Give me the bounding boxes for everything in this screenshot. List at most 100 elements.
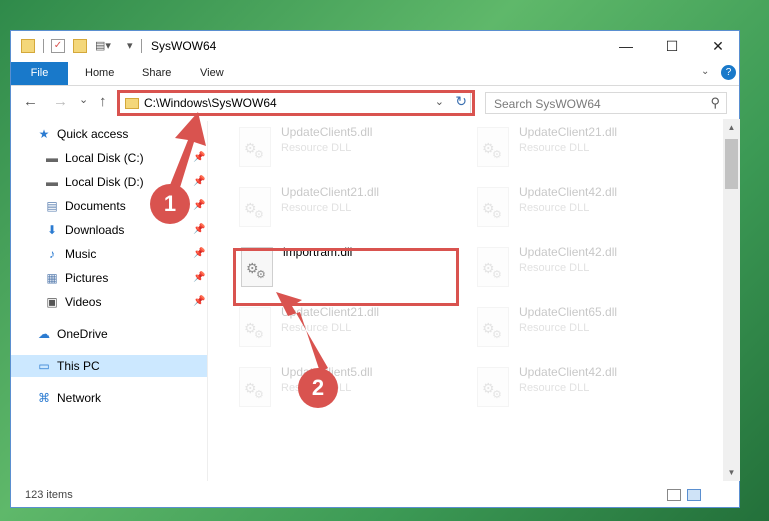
window-title: SysWOW64 <box>151 39 217 53</box>
list-item[interactable]: ⚙⚙ UpdateClient5.dll Resource DLL <box>231 119 451 171</box>
details-view-icon[interactable] <box>667 489 681 501</box>
dll-file-icon: ⚙ ⚙ <box>477 307 509 347</box>
scroll-down-icon[interactable]: ▼ <box>723 464 740 481</box>
sidebar-item-network[interactable]: ⌘ Network <box>11 387 207 409</box>
file-type: Resource DLL <box>519 262 590 274</box>
dll-file-icon: ⚙ ⚙ <box>239 127 271 167</box>
list-item[interactable]: ⚙ ⚙ UpdateClient65.dll Resource DLL <box>469 299 689 351</box>
sidebar-item-this-pc[interactable]: ▭ This PC <box>11 355 207 377</box>
forward-button[interactable]: → <box>53 93 68 110</box>
videos-icon: ▣ <box>46 295 58 309</box>
pin-icon: 📌 <box>193 248 206 259</box>
sidebar-item-label: Videos <box>65 295 102 309</box>
star-icon: ★ <box>38 127 50 141</box>
network-icon: ⌘ <box>38 391 50 405</box>
pin-icon: 📌 <box>193 152 206 163</box>
sidebar-item-music[interactable]: ♪ Music 📌 <box>11 243 207 265</box>
file-name: UpdateClient65.dll <box>519 305 618 319</box>
list-item[interactable]: ⚙ ⚙ UpdateClient21.dll Resource DLL <box>231 299 451 351</box>
help-icon[interactable]: ? <box>721 65 736 80</box>
sidebar-item-onedrive[interactable]: ☁ OneDrive <box>11 323 207 345</box>
pin-icon: 📌 <box>193 176 206 187</box>
pin-icon: 📌 <box>193 200 206 211</box>
navigation-bar: ← → ⌄ ↑ C:\Windows\SysWOW64 ⌄ ↻ Search S… <box>11 87 739 117</box>
scroll-up-icon[interactable]: ▲ <box>723 119 740 136</box>
tab-home[interactable]: Home <box>71 62 128 85</box>
item-count: 123 items <box>25 489 73 501</box>
dll-file-icon: ⚙ ⚙ <box>239 307 271 347</box>
file-name: UpdateClient21.dll <box>281 185 380 199</box>
sidebar-item-pictures[interactable]: ▦ Pictures 📌 <box>11 267 207 289</box>
pin-icon: 📌 <box>193 224 206 235</box>
pictures-icon: ▦ <box>46 271 58 285</box>
file-type: Resource DLL <box>519 202 590 214</box>
drive-icon: ▬ <box>46 175 58 189</box>
list-item[interactable]: ⚙ ⚙ UpdateClient21.dll Resource DLL <box>469 119 689 171</box>
divider <box>43 39 44 53</box>
tiles-view-icon[interactable] <box>687 489 701 501</box>
dll-file-icon: ⚙ ⚙ <box>477 187 509 227</box>
maximize-button[interactable]: ☐ <box>649 31 695 62</box>
file-name: UpdateClient42.dll <box>519 365 618 379</box>
folder-icon[interactable] <box>21 39 35 53</box>
properties-icon[interactable]: ✓ <box>51 39 65 53</box>
step-2-badge: 2 <box>298 368 338 408</box>
customize-toolbar-icon[interactable]: ▤▾ <box>95 39 111 53</box>
cloud-icon: ☁ <box>38 327 50 341</box>
vertical-scrollbar[interactable]: ▲ ▼ <box>723 119 740 481</box>
list-item[interactable]: ⚙ ⚙ UpdateClient42.dll Resource DLL <box>469 239 689 291</box>
sidebar-item-label: Local Disk (C:) <box>65 151 144 165</box>
sidebar-item-videos[interactable]: ▣ Videos 📌 <box>11 291 207 313</box>
list-item[interactable]: ⚙⚙ UpdateClient5.dll Resource DLL <box>231 359 451 411</box>
file-name: UpdateClient5.dll <box>281 125 373 139</box>
sidebar-item-label: Pictures <box>65 271 109 285</box>
search-placeholder: Search SysWOW64 <box>494 97 601 111</box>
file-highlight-box <box>233 248 459 306</box>
dll-file-icon: ⚙ ⚙ <box>477 247 509 287</box>
file-type: Resource DLL <box>281 142 352 154</box>
documents-icon: ▤ <box>46 199 58 213</box>
search-input[interactable]: Search SysWOW64 ⚲ <box>485 92 727 114</box>
pin-icon: 📌 <box>193 272 206 283</box>
download-icon: ⬇ <box>46 223 58 237</box>
minimize-button[interactable]: — <box>603 31 649 62</box>
file-name: UpdateClient21.dll <box>519 125 618 139</box>
sidebar-item-label: Network <box>57 391 102 405</box>
file-explorer-window: ✓ ▤▾ ▾ SysWOW64 — ☐ ✕ File Home Share Vi… <box>10 30 740 508</box>
dll-file-icon: ⚙ ⚙ <box>477 367 509 407</box>
new-folder-icon[interactable] <box>73 39 87 53</box>
sidebar-item-local-disk-c[interactable]: ▬ Local Disk (C:) 📌 <box>11 147 207 169</box>
tab-share[interactable]: Share <box>128 62 185 85</box>
dll-file-icon: ⚙ ⚙ <box>239 367 271 407</box>
close-button[interactable]: ✕ <box>695 31 741 62</box>
file-type: Resource DLL <box>519 322 590 334</box>
recent-locations-button[interactable]: ⌄ <box>79 93 88 106</box>
pin-icon: 📌 <box>193 296 206 307</box>
pane-divider[interactable] <box>207 121 208 481</box>
file-type: Resource DLL <box>281 202 352 214</box>
list-item[interactable]: ⚙ ⚙ UpdateClient42.dll Resource DLL <box>469 359 689 411</box>
scroll-thumb[interactable] <box>725 139 738 189</box>
step-1-badge: 1 <box>150 184 190 224</box>
sidebar-item-label: Downloads <box>65 223 125 237</box>
sidebar-item-label: Quick access <box>57 127 129 141</box>
address-highlight-box <box>117 90 475 116</box>
back-button[interactable]: ← <box>23 93 38 110</box>
sidebar-item-quick-access[interactable]: ★ Quick access <box>11 123 207 145</box>
status-bar: 123 items <box>11 485 739 507</box>
up-button[interactable]: ↑ <box>99 93 107 110</box>
dll-file-icon: ⚙ ⚙ <box>239 187 271 227</box>
search-icon: ⚲ <box>710 95 720 110</box>
file-type: Resource DLL <box>519 142 590 154</box>
sidebar-item-label: This PC <box>57 359 100 373</box>
music-icon: ♪ <box>49 247 55 261</box>
dll-file-icon: ⚙ ⚙ <box>477 127 509 167</box>
list-item[interactable]: ⚙ ⚙ UpdateClient21.dll Resource DLL <box>231 179 451 231</box>
divider <box>141 39 142 53</box>
quick-access-dropdown-icon[interactable]: ▾ <box>127 39 141 53</box>
file-name: UpdateClient42.dll <box>519 185 618 199</box>
tab-file[interactable]: File <box>11 62 68 85</box>
tab-view[interactable]: View <box>186 62 238 85</box>
list-item[interactable]: ⚙ ⚙ UpdateClient42.dll Resource DLL <box>469 179 689 231</box>
expand-ribbon-icon[interactable]: ⌄ <box>701 66 709 77</box>
